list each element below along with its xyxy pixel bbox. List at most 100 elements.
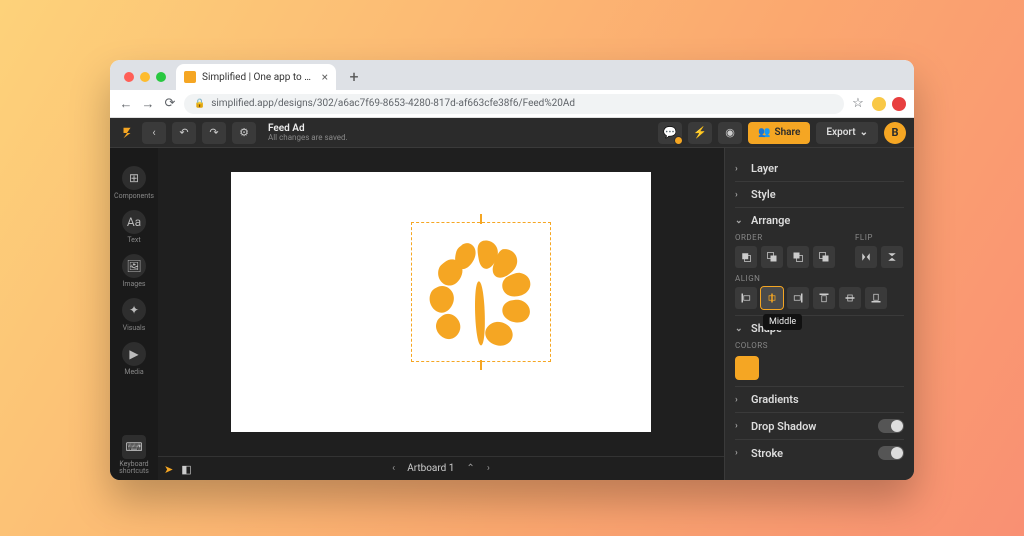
minimize-window-icon[interactable] xyxy=(140,72,150,82)
align-center-button[interactable] xyxy=(761,287,783,309)
url-bar: ← → ⟳ 🔒 simplified.app/designs/302/a6ac7… xyxy=(110,90,914,118)
comments-button[interactable]: 💬 xyxy=(658,122,682,144)
rail-item-shortcuts[interactable]: ⌨ Keyboard shortcuts xyxy=(110,431,158,480)
artboard-label[interactable]: Artboard 1 xyxy=(407,463,454,474)
close-tab-icon[interactable]: × xyxy=(322,70,328,84)
app-toolbar: ‹ ↶ ↷ ⚙ Feed Ad All changes are saved. 💬… xyxy=(110,118,914,148)
align-right-button[interactable] xyxy=(787,287,809,309)
shape-monstera-leaf[interactable] xyxy=(417,228,545,356)
section-layer[interactable]: ›Layer xyxy=(735,156,904,182)
rail-item-images[interactable]: 🖼 Images xyxy=(110,250,158,292)
chevron-down-icon: ⌄ xyxy=(860,127,868,138)
app-root: ‹ ↶ ↷ ⚙ Feed Ad All changes are saved. 💬… xyxy=(110,118,914,480)
align-middle-button[interactable] xyxy=(839,287,861,309)
chevron-right-icon: › xyxy=(735,164,745,174)
fill-color-swatch[interactable] xyxy=(735,356,759,380)
extension-icon[interactable] xyxy=(892,97,906,111)
align-left-button[interactable] xyxy=(735,287,757,309)
undo-button[interactable]: ↶ xyxy=(172,122,196,144)
back-button[interactable]: ← xyxy=(118,96,134,112)
prev-artboard-button[interactable]: ‹ xyxy=(392,463,395,474)
send-backward-button[interactable] xyxy=(787,246,809,268)
section-arrange: ⌄Arrange ORDER FLIP xyxy=(735,208,904,316)
artboard-nav: ‹ Artboard 1 ⌃ › xyxy=(158,456,724,480)
bring-forward-button[interactable] xyxy=(761,246,783,268)
share-icon: 👥 xyxy=(758,127,770,138)
rail-item-templates[interactable] xyxy=(110,152,158,160)
section-stroke[interactable]: ›Stroke xyxy=(735,440,904,466)
canvas-footer-left: ➤ ◧ xyxy=(164,463,192,476)
artboard[interactable] xyxy=(231,172,651,432)
browser-tab[interactable]: Simplified | One app to design... × xyxy=(176,64,336,90)
chevron-right-icon: › xyxy=(735,448,745,458)
close-window-icon[interactable] xyxy=(124,72,134,82)
canvas-area[interactable]: ➤ ◧ ‹ Artboard 1 ⌃ › xyxy=(158,148,724,480)
order-label: ORDER xyxy=(735,233,835,242)
section-shape: ⌄Shape COLORS xyxy=(735,316,904,387)
new-tab-button[interactable]: + xyxy=(342,64,366,88)
rail-item-text[interactable]: Aa Text xyxy=(110,206,158,248)
cursor-tool-icon[interactable]: ➤ xyxy=(164,463,173,476)
components-icon: ⊞ xyxy=(122,166,146,190)
share-button[interactable]: 👥 Share xyxy=(748,122,810,144)
rail-item-visuals[interactable]: ✦ Visuals xyxy=(110,294,158,336)
layers-toggle-icon[interactable]: ◧ xyxy=(181,463,191,476)
preview-button[interactable]: ◉ xyxy=(718,122,742,144)
address-field[interactable]: 🔒 simplified.app/designs/302/a6ac7f69-86… xyxy=(184,94,844,114)
back-nav-button[interactable]: ‹ xyxy=(142,122,166,144)
selection-box[interactable] xyxy=(411,222,551,362)
tooltip: Middle xyxy=(763,314,802,330)
artboard-menu-button[interactable]: ⌃ xyxy=(466,463,474,474)
document-title-block: Feed Ad All changes are saved. xyxy=(268,124,348,142)
flip-vertical-button[interactable] xyxy=(881,246,903,268)
tab-strip: Simplified | One app to design... × + xyxy=(110,60,914,90)
drop-shadow-toggle[interactable] xyxy=(878,419,904,433)
flip-label: FLIP xyxy=(855,233,903,242)
save-status: All changes are saved. xyxy=(268,134,348,142)
stroke-toggle[interactable] xyxy=(878,446,904,460)
text-icon: Aa xyxy=(122,210,146,234)
forward-button[interactable]: → xyxy=(140,96,156,112)
selection-handle-top[interactable] xyxy=(480,214,482,224)
visuals-icon: ✦ xyxy=(122,298,146,322)
settings-button[interactable]: ⚙ xyxy=(232,122,256,144)
images-icon: 🖼 xyxy=(122,254,146,278)
media-icon: ▶ xyxy=(122,342,146,366)
chevron-down-icon: ⌄ xyxy=(735,324,745,334)
next-artboard-button[interactable]: › xyxy=(487,463,490,474)
url-text: simplified.app/designs/302/a6ac7f69-8653… xyxy=(211,98,575,109)
align-bottom-button[interactable] xyxy=(865,287,887,309)
extension-icon[interactable] xyxy=(872,97,886,111)
lock-icon: 🔒 xyxy=(194,99,205,109)
reload-button[interactable]: ⟳ xyxy=(162,96,178,111)
window-controls[interactable] xyxy=(118,72,172,90)
rail-item-components[interactable]: ⊞ Components xyxy=(110,162,158,204)
app-logo-icon[interactable] xyxy=(118,124,136,142)
section-drop-shadow[interactable]: ›Drop Shadow xyxy=(735,413,904,440)
bring-front-button[interactable] xyxy=(735,246,757,268)
chevron-right-icon: › xyxy=(735,421,745,431)
export-button[interactable]: Export ⌄ xyxy=(816,122,878,144)
selection-handle-bottom[interactable] xyxy=(480,360,482,370)
redo-button[interactable]: ↷ xyxy=(202,122,226,144)
maximize-window-icon[interactable] xyxy=(156,72,166,82)
section-style[interactable]: ›Style xyxy=(735,182,904,208)
chevron-right-icon: › xyxy=(735,395,745,405)
user-avatar[interactable]: B xyxy=(884,122,906,144)
favicon-icon xyxy=(184,71,196,83)
colors-label: COLORS xyxy=(735,341,904,350)
chevron-right-icon: › xyxy=(735,190,745,200)
browser-window: Simplified | One app to design... × + ← … xyxy=(110,60,914,480)
align-top-button[interactable] xyxy=(813,287,835,309)
keyboard-icon: ⌨ xyxy=(122,435,146,459)
document-title[interactable]: Feed Ad xyxy=(268,124,348,134)
flip-horizontal-button[interactable] xyxy=(855,246,877,268)
send-back-button[interactable] xyxy=(813,246,835,268)
inspector-panel: ›Layer ›Style ⌄Arrange ORDER xyxy=(724,148,914,480)
tab-title: Simplified | One app to design... xyxy=(202,72,316,83)
align-label: ALIGN xyxy=(735,274,904,283)
rail-item-media[interactable]: ▶ Media xyxy=(110,338,158,380)
star-button[interactable]: ☆ xyxy=(850,96,866,111)
section-gradients[interactable]: ›Gradients xyxy=(735,387,904,413)
bolt-button[interactable]: ⚡ xyxy=(688,122,712,144)
